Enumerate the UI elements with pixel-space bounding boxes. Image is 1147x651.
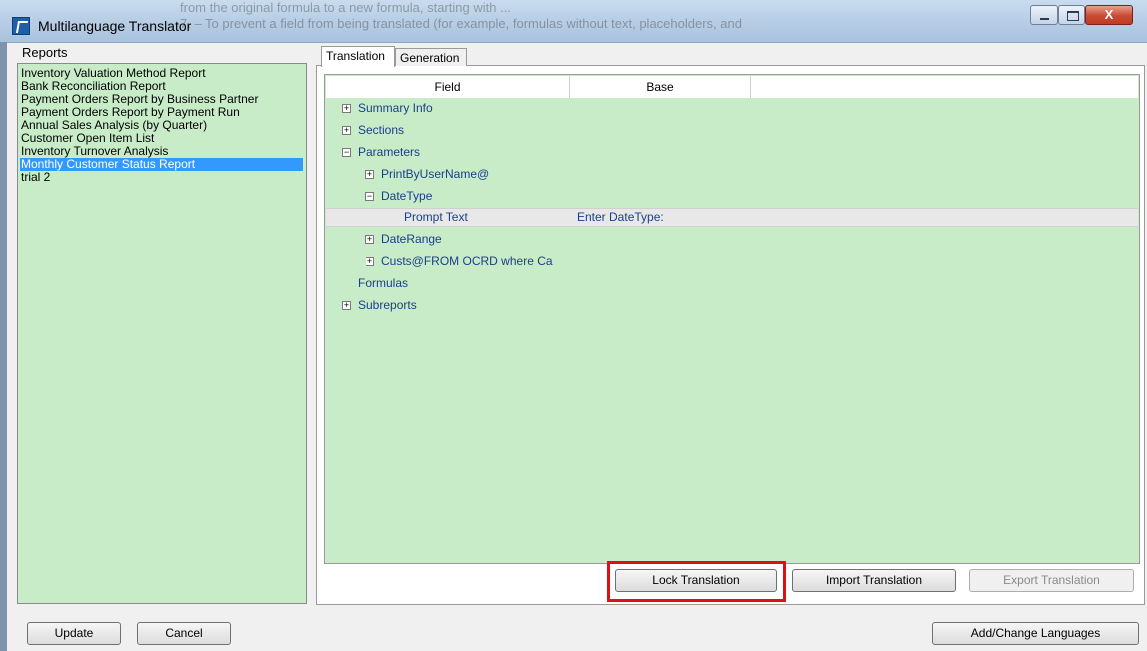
base-cell-prompt-text[interactable]: Enter DateType: — [577, 208, 664, 226]
tree-row-label: Prompt Text — [404, 210, 468, 224]
window-title: Multilanguage Translator — [38, 18, 192, 34]
expand-icon[interactable]: + — [342, 104, 351, 113]
collapse-icon[interactable]: − — [342, 148, 351, 157]
tree-row-custs[interactable]: + Custs@FROM OCRD where Ca — [366, 252, 568, 270]
expand-icon[interactable]: + — [342, 126, 351, 135]
tree-row-label: DateRange — [381, 232, 442, 246]
column-header-base[interactable]: Base — [570, 76, 751, 98]
tree-row-label: Subreports — [358, 298, 417, 312]
tree-row-label: Summary Info — [358, 101, 433, 115]
tree-row-label: Sections — [358, 123, 405, 137]
tree-row-label: Custs@FROM OCRD where Ca — [381, 254, 553, 268]
app-icon — [12, 17, 30, 35]
reports-label: Reports — [22, 45, 68, 60]
close-button[interactable]: X — [1085, 5, 1133, 25]
tab-generation[interactable]: Generation — [395, 48, 467, 66]
report-item-selected[interactable]: Monthly Customer Status Report — [20, 158, 303, 171]
expand-icon[interactable]: + — [365, 170, 374, 179]
expand-icon[interactable]: + — [365, 235, 374, 244]
maximize-button[interactable] — [1058, 5, 1085, 25]
expand-icon[interactable]: + — [366, 257, 374, 266]
cancel-button[interactable]: Cancel — [137, 622, 231, 645]
tree-row-label: Formulas — [358, 276, 409, 290]
background-text-line: from the original formula to a new formu… — [180, 0, 511, 15]
column-header-field[interactable]: Field — [326, 76, 570, 98]
import-translation-button[interactable]: Import Translation — [792, 569, 956, 592]
tree-row-label: PrintByUserName@ — [381, 167, 490, 181]
reports-list[interactable]: Inventory Valuation Method Report Bank R… — [17, 63, 307, 604]
export-translation-button[interactable]: Export Translation — [969, 569, 1134, 592]
expand-icon[interactable]: + — [342, 301, 351, 310]
lock-translation-button[interactable]: Lock Translation — [615, 569, 777, 592]
column-header-empty — [751, 76, 1138, 98]
tree-row-label: Parameters — [358, 145, 421, 159]
background-text-line: 7. – To prevent a field from being trans… — [180, 16, 742, 31]
collapse-icon[interactable]: − — [365, 192, 374, 201]
add-change-languages-button[interactable]: Add/Change Languages — [932, 622, 1139, 645]
translation-grid[interactable] — [324, 74, 1140, 564]
translator-window: from the original formula to a new formu… — [0, 0, 1147, 651]
tab-translation[interactable]: Translation — [321, 46, 395, 67]
report-item[interactable]: trial 2 — [20, 171, 50, 184]
minimize-button[interactable] — [1030, 5, 1058, 25]
update-button[interactable]: Update — [27, 622, 121, 645]
window-edge — [0, 42, 7, 651]
background-document-text: from the original formula to a new formu… — [180, 0, 1000, 42]
title-bar: from the original formula to a new formu… — [0, 0, 1147, 43]
tree-row-label: DateType — [381, 189, 433, 203]
tree-row-prompt-text[interactable]: Prompt Text — [404, 208, 468, 226]
tree-row-formulas[interactable]: Formulas — [358, 274, 408, 292]
